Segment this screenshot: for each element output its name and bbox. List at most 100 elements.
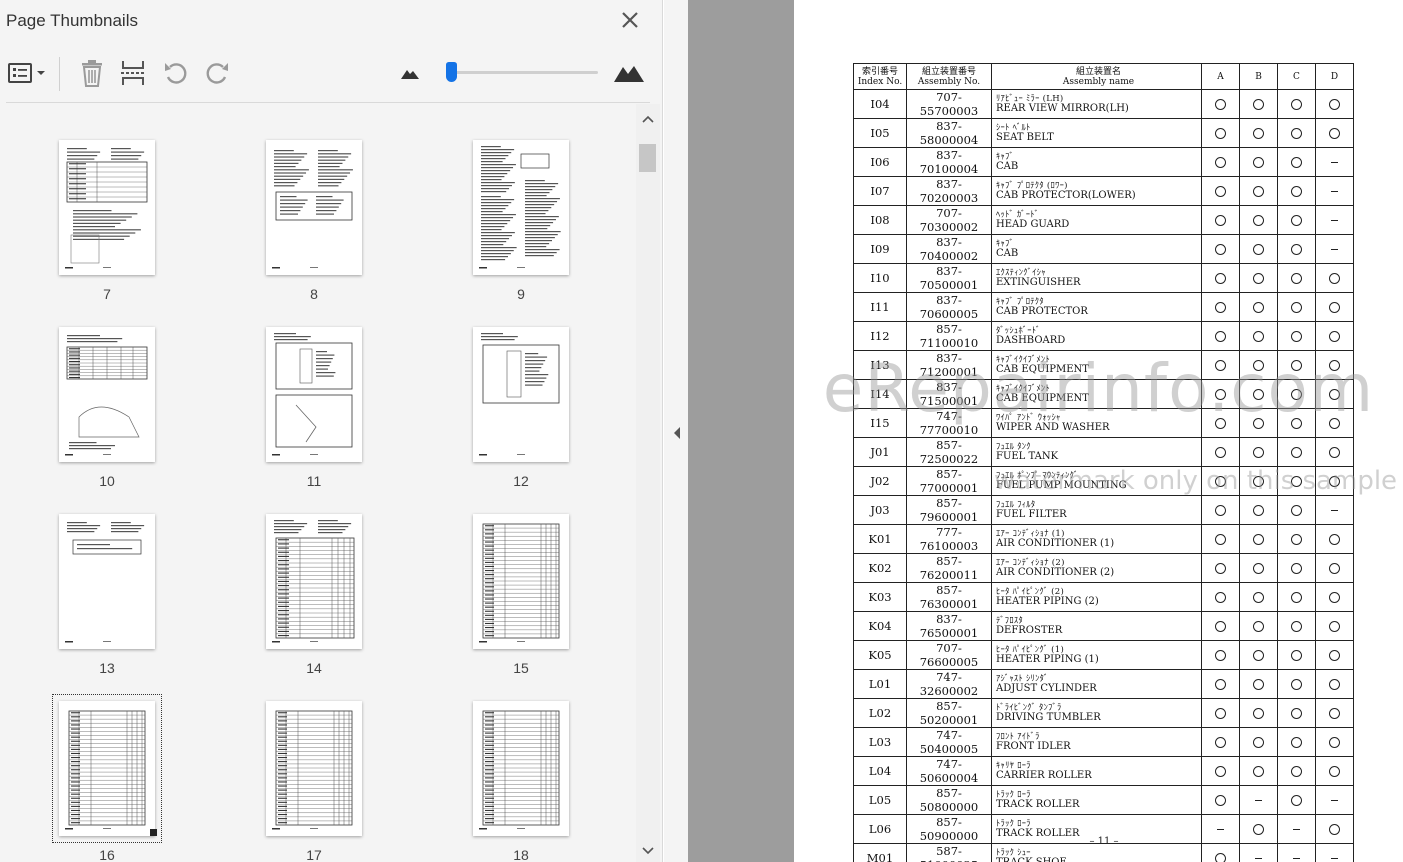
- applicability-cell: [1315, 756, 1354, 786]
- thumbnail-image[interactable]: [473, 514, 569, 649]
- scrollbar-thumb[interactable]: [639, 144, 656, 172]
- assembly-no: 857-72500022: [906, 437, 992, 467]
- applicability-cell: [1201, 205, 1240, 235]
- insert-page-button[interactable]: [119, 58, 147, 88]
- panel-splitter[interactable]: [664, 0, 688, 862]
- thumbnail-options-icon: [8, 63, 45, 83]
- thumbnail-image[interactable]: [266, 140, 362, 275]
- assembly-name-en: HEATER PIPING (1): [996, 654, 1099, 665]
- circle-mark: [1329, 127, 1340, 139]
- thumbnail-image[interactable]: [473, 140, 569, 275]
- page-thumbnail[interactable]: 8: [266, 140, 386, 308]
- delete-page-button[interactable]: [78, 58, 106, 88]
- thumbnail-image[interactable]: [473, 701, 569, 836]
- applicability-cell: [1201, 321, 1240, 351]
- applicability-cell: [1201, 756, 1240, 786]
- assembly-name-en: SEAT BELT: [996, 132, 1054, 143]
- thumbnail-image[interactable]: [59, 701, 155, 836]
- applicability-cell: [1277, 89, 1316, 119]
- circle-mark: [1215, 127, 1226, 139]
- selection-marker: [150, 829, 157, 836]
- applicability-cell: [1201, 582, 1240, 612]
- assembly-no: 837-71500001: [906, 379, 992, 409]
- circle-mark: [1215, 852, 1226, 862]
- table-row: I13 837-71200001 ｷｬﾌﾞｲｸｲﾌﾞﾒﾝﾄ CAB EQUIPMENT: [853, 350, 1354, 380]
- circle-mark: [1329, 707, 1340, 719]
- assembly-name-en: AIR CONDITIONER (1): [996, 538, 1115, 549]
- circle-mark: [1291, 707, 1302, 719]
- index-no: L01: [853, 669, 907, 699]
- thumbnail-options-button[interactable]: [6, 58, 48, 88]
- circle-mark: [1253, 707, 1264, 719]
- page-thumbnail[interactable]: 7: [59, 140, 179, 308]
- table-row: I05 837-58000004 ｼｰﾄ ﾍﾞﾙﾄ SEAT BELT: [853, 118, 1354, 148]
- header-index-jp: 索引番号: [861, 66, 898, 77]
- thumbnail-image[interactable]: [266, 514, 362, 649]
- page-thumbnail[interactable]: 12: [473, 327, 593, 495]
- table-row: I11 837-70600005 ｷｬﾌﾞ ﾌﾟﾛﾃｸﾀ CAB PROTECTOR: [853, 292, 1354, 322]
- thumbnail-image[interactable]: [59, 514, 155, 649]
- circle-mark: [1215, 330, 1226, 342]
- page-thumbnail[interactable]: 17: [266, 701, 386, 862]
- page-thumbnail[interactable]: 18: [473, 701, 593, 862]
- dash-mark: [1331, 248, 1338, 250]
- circle-mark: [1215, 214, 1226, 226]
- circle-mark: [1215, 591, 1226, 603]
- collapse-panel-icon[interactable]: [672, 426, 682, 440]
- applicability-cell: [1201, 437, 1240, 467]
- close-panel-button[interactable]: [618, 8, 642, 32]
- assembly-name-en: CAB EQUIPMENT: [996, 364, 1089, 375]
- page-thumbnail[interactable]: 15: [473, 514, 593, 682]
- assembly-no: 707-76600005: [906, 640, 992, 670]
- thumbnail-scrollbar[interactable]: [636, 104, 660, 862]
- assembly-name-en: CAB PROTECTOR(LOWER): [996, 190, 1136, 201]
- thumbnail-zoom-out-button[interactable]: [398, 58, 422, 88]
- thumbnail-image[interactable]: [266, 327, 362, 462]
- rotate-counterclockwise-button[interactable]: [161, 58, 191, 88]
- circle-mark: [1253, 243, 1264, 255]
- thumbnail-size-slider-track[interactable]: [452, 71, 598, 74]
- page-thumbnail[interactable]: 16: [52, 694, 179, 862]
- table-row: J03 857-79600001 ﾌｭｴﾙ ﾌｨﾙﾀ FUEL FILTER: [853, 495, 1354, 525]
- table-row: K04 837-76500001 ﾃﾞﾌﾛｽﾀ DEFROSTER: [853, 611, 1354, 641]
- assembly-no: 747-50400005: [906, 727, 992, 757]
- thumbnail-image[interactable]: [59, 140, 155, 275]
- page-thumbnail[interactable]: 9: [473, 140, 593, 308]
- scroll-down-icon[interactable]: [642, 846, 654, 856]
- page-thumbnail[interactable]: 11: [266, 327, 386, 495]
- applicability-cell: [1315, 234, 1354, 264]
- page-thumbnail[interactable]: 10: [59, 327, 179, 495]
- circle-mark: [1329, 736, 1340, 748]
- applicability-cell: [1239, 466, 1278, 496]
- header-assembly-no: 組立装置番号 Assembly No.: [906, 63, 992, 90]
- applicability-cell: [1315, 814, 1354, 844]
- assembly-name-en: FUEL TANK: [996, 451, 1059, 462]
- index-no: L03: [853, 727, 907, 757]
- assembly-name: ﾌｭｴﾙ ﾎﾟﾝﾌﾟ ﾏｳﾝﾃｨﾝｸﾞ FUEL PUMP MOUNTING: [991, 466, 1202, 496]
- thumbnail-image[interactable]: [473, 327, 569, 462]
- table-row: L04 747-50600004 ｷｬﾘﾔ ﾛｰﾗ CARRIER ROLLER: [853, 756, 1354, 786]
- assembly-name: ｷｬﾌﾞ CAB: [991, 234, 1202, 264]
- thumbnail-image[interactable]: [266, 701, 362, 836]
- circle-mark: [1291, 127, 1302, 139]
- page-thumbnail[interactable]: 13: [59, 514, 179, 682]
- thumbnail-zoom-in-button[interactable]: [612, 58, 646, 88]
- applicability-cell: [1201, 350, 1240, 380]
- applicability-cell: [1315, 611, 1354, 641]
- thumbnail-image[interactable]: [59, 327, 155, 462]
- scroll-up-icon[interactable]: [642, 114, 654, 124]
- assembly-name-jp: ｷｬﾌﾞ: [996, 239, 1014, 249]
- thumbnail-size-slider-thumb[interactable]: [446, 62, 457, 82]
- assembly-name-en: CAB EQUIPMENT: [996, 393, 1089, 404]
- header-name-jp: 組立装置名: [1075, 66, 1121, 77]
- assembly-no: 857-50900000: [906, 814, 992, 844]
- rotate-clockwise-button[interactable]: [202, 58, 232, 88]
- applicability-cell: [1277, 785, 1316, 815]
- circle-mark: [1215, 649, 1226, 661]
- thumbnail-page-number: 13: [99, 660, 115, 676]
- header-c: C: [1277, 63, 1316, 90]
- thumbnail-page-number: 10: [99, 473, 115, 489]
- circle-mark: [1215, 707, 1226, 719]
- circle-mark: [1215, 794, 1226, 806]
- page-thumbnail[interactable]: 14: [266, 514, 386, 682]
